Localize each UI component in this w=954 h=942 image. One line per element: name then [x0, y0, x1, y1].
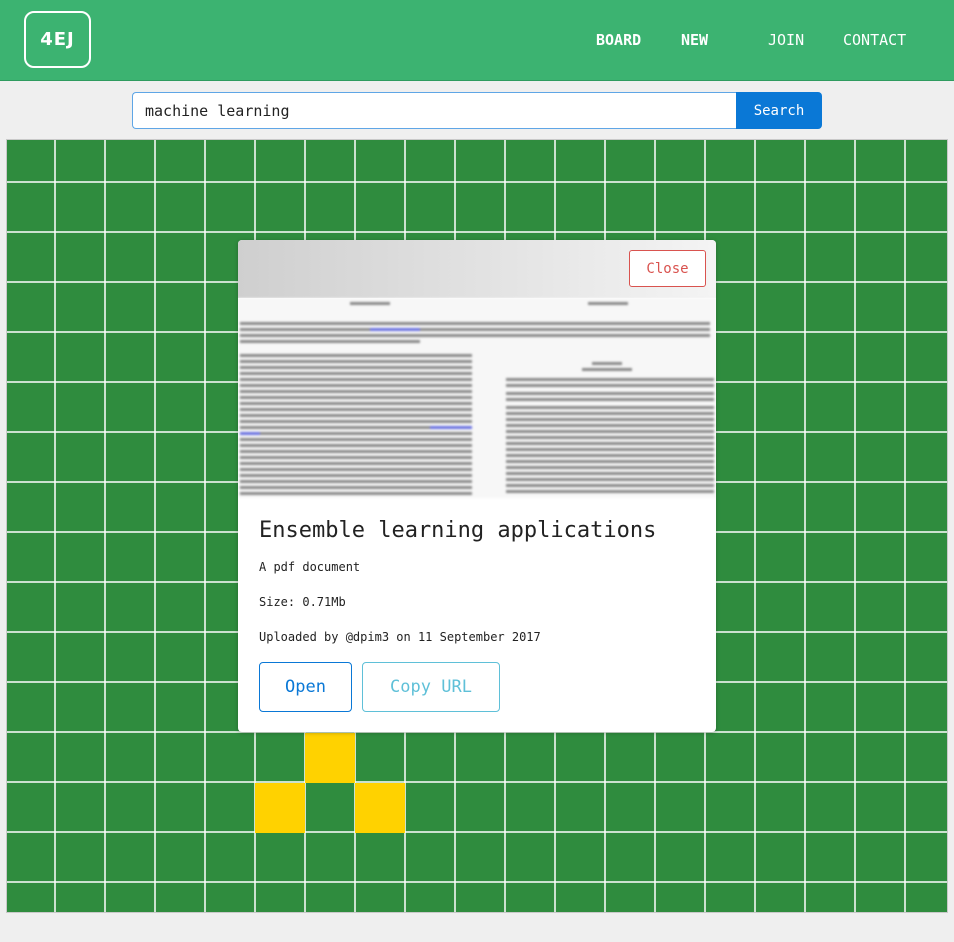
nav-new[interactable]: NEW [681, 31, 708, 49]
search-button[interactable]: Search [736, 92, 822, 129]
nav-board[interactable]: BOARD [596, 31, 641, 49]
document-size: Size: 0.71Mb [259, 595, 346, 609]
upload-info: Uploaded by @dpim3 on 11 September 2017 [259, 630, 541, 644]
highlighted-cell[interactable] [255, 783, 305, 833]
highlighted-cell[interactable] [305, 733, 355, 783]
open-button[interactable]: Open [259, 662, 352, 712]
nav-contact[interactable]: CONTACT [843, 31, 906, 49]
document-preview-image [238, 298, 716, 498]
copy-url-button[interactable]: Copy URL [362, 662, 500, 712]
site-logo[interactable]: 4EJ [24, 11, 91, 68]
document-modal: Close Ensemble learning applications A p… [238, 240, 716, 732]
search-input[interactable] [132, 92, 736, 129]
modal-header: Close [238, 240, 716, 298]
nav-join[interactable]: JOIN [768, 31, 804, 49]
document-type: A pdf document [259, 560, 361, 574]
highlighted-cell[interactable] [355, 783, 405, 833]
close-button[interactable]: Close [629, 250, 706, 287]
document-title: Ensemble learning applications [259, 518, 657, 543]
top-nav-bar: 4EJ BOARD NEW JOIN CONTACT [0, 0, 954, 81]
